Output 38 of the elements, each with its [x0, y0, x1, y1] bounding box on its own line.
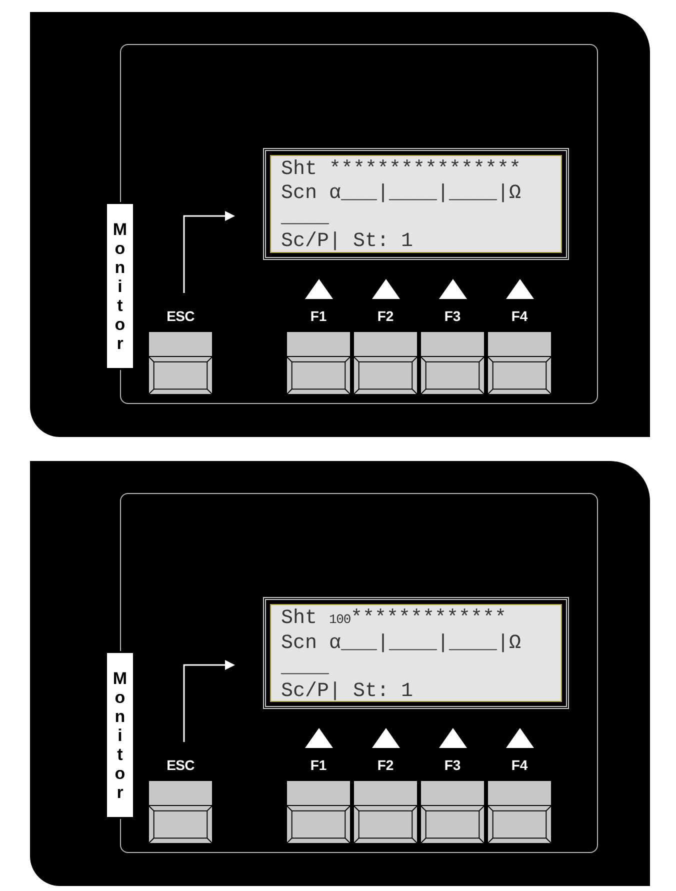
triangle-icon [438, 728, 466, 748]
triangle-icon [304, 728, 332, 748]
key-button[interactable] [148, 331, 213, 395]
key-button[interactable] [487, 780, 552, 844]
triangle-icon [304, 279, 332, 299]
key-label: F2 [377, 307, 394, 325]
key-label: F3 [444, 307, 461, 325]
triangle-icon [506, 728, 534, 748]
key-button[interactable] [353, 331, 418, 395]
key-button[interactable] [286, 780, 351, 844]
key-button[interactable] [148, 780, 213, 844]
key-label: ESC [166, 307, 194, 325]
lcd-text: Sc/P| St: 1 [281, 230, 414, 254]
lcd-text: ____ [281, 206, 330, 230]
key-label: F3 [444, 756, 461, 774]
triangle-icon [372, 728, 400, 748]
key-button[interactable] [487, 331, 552, 395]
monitor-label: Monitor [105, 651, 135, 819]
lcd-text: Sht **************** [281, 158, 522, 182]
key-label: F1 [310, 756, 327, 774]
key-button[interactable] [353, 780, 418, 844]
triangle-icon [438, 279, 466, 299]
lcd-text: Sc/P| St: 1 [281, 680, 414, 704]
triangle-icon [372, 279, 400, 299]
key-label: ESC [166, 756, 194, 774]
key-label: F2 [377, 756, 394, 774]
lcd-text: Sht 100************* [281, 607, 507, 632]
key-label: F4 [511, 756, 528, 774]
key-button[interactable] [286, 331, 351, 395]
key-button[interactable] [420, 780, 485, 844]
triangle-icon [506, 279, 534, 299]
monitor-label: Monitor [105, 202, 135, 370]
key-button[interactable] [420, 331, 485, 395]
lcd-text: Scn α___|____|____|Ω [281, 632, 522, 656]
key-label: F1 [310, 307, 327, 325]
key-label: F4 [511, 307, 528, 325]
lcd-text: Scn α___|____|____|Ω [281, 182, 522, 206]
lcd-text: ____ [281, 656, 330, 680]
